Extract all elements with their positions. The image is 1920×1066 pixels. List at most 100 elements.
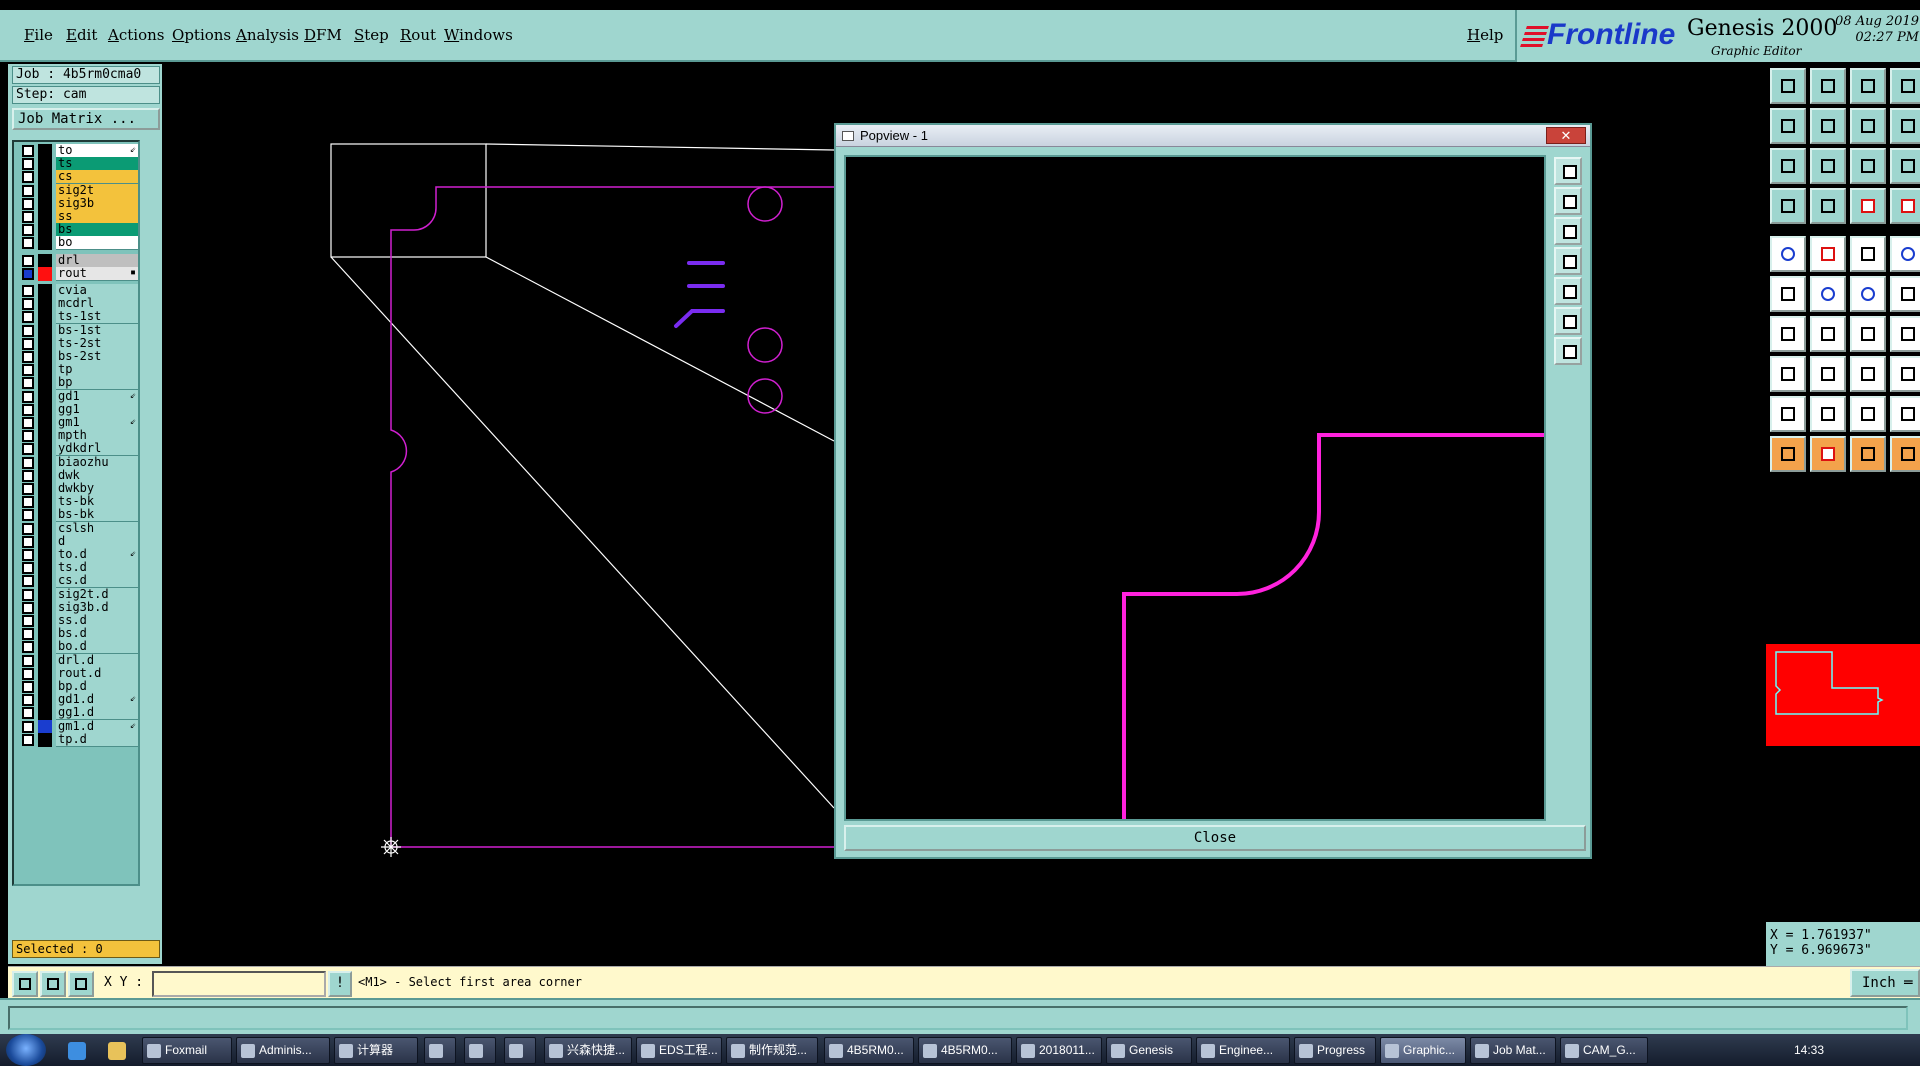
swap-tool-icon[interactable] bbox=[1850, 108, 1886, 144]
layer-checkbox[interactable] bbox=[22, 509, 34, 522]
layer-row-sig3b.d[interactable]: sig3b.d bbox=[20, 600, 140, 615]
taskbar-item[interactable] bbox=[424, 1037, 456, 1064]
menu-help[interactable]: Help bbox=[1467, 26, 1503, 44]
pan-down-button[interactable] bbox=[1554, 217, 1582, 245]
layer-row-mcdrl[interactable]: mcdrl bbox=[20, 297, 140, 312]
start-button[interactable] bbox=[6, 1034, 46, 1066]
select-tool-icon[interactable] bbox=[1770, 436, 1806, 472]
layer-color-swatch[interactable] bbox=[38, 144, 52, 158]
layer-name[interactable]: bp.d bbox=[56, 680, 138, 694]
layer-checkbox[interactable] bbox=[22, 615, 34, 627]
side-panel-tool-icon[interactable] bbox=[1890, 108, 1920, 144]
snap-icon-button[interactable] bbox=[12, 971, 38, 997]
shape-tool-icon[interactable] bbox=[1770, 356, 1806, 392]
layer-name[interactable]: gd1 bbox=[56, 389, 138, 404]
layer-name[interactable]: cs.d bbox=[56, 574, 138, 589]
menu-windows[interactable]: Windows bbox=[444, 26, 513, 44]
layer-checkbox[interactable] bbox=[22, 535, 34, 548]
line-tool-icon[interactable] bbox=[1810, 236, 1846, 272]
grid-icon-button[interactable] bbox=[68, 971, 94, 997]
taskbar-item[interactable]: EDS工程... bbox=[636, 1037, 722, 1064]
move-left-tool-icon[interactable] bbox=[1770, 108, 1806, 144]
board-thumbnail[interactable] bbox=[1766, 644, 1920, 746]
layer-checkbox[interactable] bbox=[22, 390, 34, 403]
layer-name[interactable]: ts.d bbox=[56, 561, 138, 576]
layer-row-mpth[interactable]: mpth bbox=[20, 429, 140, 444]
layer-checkbox[interactable] bbox=[22, 403, 34, 416]
layer-checkbox[interactable] bbox=[22, 483, 34, 495]
layer-checkbox[interactable] bbox=[22, 601, 34, 614]
layer-row-tp[interactable]: tp bbox=[20, 363, 140, 378]
layer-name[interactable]: tp.d bbox=[56, 732, 138, 747]
layer-color-swatch[interactable] bbox=[38, 482, 52, 496]
job-matrix-button[interactable]: Job Matrix ... bbox=[12, 108, 160, 130]
layer-list[interactable]: to ⇙ ts cs sig2t sig3b ss bs bo drl rout ▪ cvia mcdrl… bbox=[12, 140, 140, 886]
circle-tool-icon[interactable] bbox=[1890, 236, 1920, 272]
edit-pick-tool-icon[interactable] bbox=[1850, 436, 1886, 472]
layer-color-swatch[interactable] bbox=[38, 236, 52, 251]
layer-checkbox[interactable] bbox=[22, 588, 34, 601]
slope-tool-icon[interactable] bbox=[1810, 316, 1846, 352]
layer-checkbox[interactable] bbox=[22, 694, 34, 707]
layer-checkbox[interactable] bbox=[22, 298, 34, 311]
layer-checkbox[interactable] bbox=[22, 549, 34, 561]
pick-tool-icon[interactable] bbox=[1810, 436, 1846, 472]
layer-name[interactable]: tp bbox=[56, 363, 138, 378]
menu-step[interactable]: Step bbox=[354, 26, 389, 44]
layer-checkbox[interactable] bbox=[22, 456, 34, 469]
layer-row-bo[interactable]: bo bbox=[20, 236, 140, 251]
layer-name[interactable]: cslsh bbox=[56, 521, 138, 536]
edge-2-tool-icon[interactable] bbox=[1810, 396, 1846, 432]
layer-name[interactable]: ts bbox=[56, 157, 138, 172]
layer-name[interactable]: bp bbox=[56, 376, 138, 391]
move-up-tool-icon[interactable] bbox=[1770, 68, 1806, 104]
layer-color-swatch[interactable] bbox=[38, 495, 52, 510]
layer-row-d[interactable]: d bbox=[20, 534, 140, 549]
zoom-in-button[interactable] bbox=[1554, 307, 1582, 335]
menu-actions[interactable]: Actions bbox=[108, 26, 164, 44]
layer-checkbox[interactable] bbox=[22, 681, 34, 693]
edge-3-tool-icon[interactable] bbox=[1850, 396, 1886, 432]
layer-name[interactable]: biaozhu bbox=[56, 455, 138, 470]
layer-checkbox[interactable] bbox=[22, 720, 34, 733]
menu-edit[interactable]: Edit bbox=[66, 26, 97, 44]
layer-checkbox[interactable] bbox=[22, 522, 34, 535]
pad-tool-icon[interactable] bbox=[1770, 236, 1806, 272]
layer-checkbox[interactable] bbox=[22, 430, 34, 443]
taskbar-item[interactable]: Progress bbox=[1294, 1037, 1376, 1064]
zoom-out-button[interactable] bbox=[1554, 337, 1582, 365]
layer-name[interactable]: bs-1st bbox=[56, 323, 138, 338]
layer-color-swatch[interactable] bbox=[38, 429, 52, 444]
layer-color-swatch[interactable] bbox=[38, 614, 52, 628]
ratio-tool-icon[interactable] bbox=[1850, 148, 1886, 184]
menu-analysis[interactable]: Analysis bbox=[236, 26, 299, 44]
taskbar-item[interactable] bbox=[464, 1037, 496, 1064]
join-tool-icon[interactable] bbox=[1770, 276, 1806, 312]
taskbar-item[interactable]: 计算器 bbox=[334, 1037, 418, 1064]
layer-checkbox[interactable] bbox=[22, 267, 34, 280]
layer-name[interactable]: mcdrl bbox=[56, 297, 138, 312]
taskbar-item[interactable]: Enginee... bbox=[1196, 1037, 1290, 1064]
layer-checkbox[interactable] bbox=[22, 351, 34, 363]
home-tool-icon[interactable] bbox=[1850, 68, 1886, 104]
layer-color-swatch[interactable] bbox=[38, 653, 52, 668]
layer-color-swatch[interactable] bbox=[38, 587, 52, 602]
layer-color-swatch[interactable] bbox=[38, 468, 52, 483]
layer-row-drl[interactable]: drl bbox=[20, 253, 140, 268]
align-tool-icon[interactable] bbox=[1890, 316, 1920, 352]
flag-tool-icon[interactable] bbox=[1850, 188, 1886, 224]
cross-tool-icon[interactable] bbox=[1810, 276, 1846, 312]
layer-name[interactable]: bs-2st bbox=[56, 350, 138, 364]
settings-tool-icon[interactable] bbox=[1770, 188, 1806, 224]
taskbar-item[interactable]: Adminis... bbox=[236, 1037, 330, 1064]
layer-row-bs-1st[interactable]: bs-1st bbox=[20, 323, 140, 338]
layer-checkbox[interactable] bbox=[22, 628, 34, 641]
layer-row-bp.d[interactable]: bp.d bbox=[20, 680, 140, 694]
layer-row-bs-2st[interactable]: bs-2st bbox=[20, 350, 140, 364]
layer-name[interactable]: bs-bk bbox=[56, 508, 138, 523]
layer-row-rout.d[interactable]: rout.d bbox=[20, 666, 140, 681]
layer-row-ts-2st[interactable]: ts-2st bbox=[20, 336, 140, 351]
layer-row-ss.d[interactable]: ss.d bbox=[20, 614, 140, 628]
layer-checkbox[interactable] bbox=[22, 224, 34, 237]
menu-rout[interactable]: Rout bbox=[400, 26, 436, 44]
